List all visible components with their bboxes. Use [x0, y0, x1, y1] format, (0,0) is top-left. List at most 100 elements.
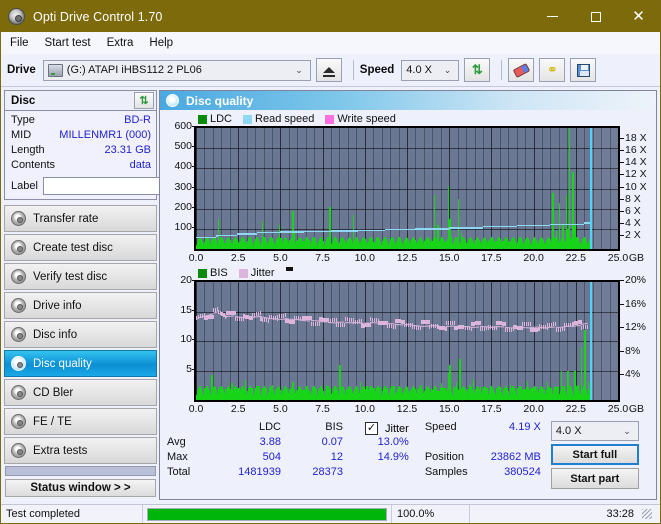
legend-label: LDC	[210, 113, 232, 125]
bis-y-axis-right: 4%8%12%16%20%	[620, 280, 654, 402]
stats-panel: LDC BIS Avg 3.88 0.07 Max 504 12 Total	[160, 417, 656, 491]
sidebar-item-create-test-disc[interactable]: Create test disc	[4, 234, 157, 261]
stats-header-row: LDC BIS	[167, 421, 343, 436]
disc-icon	[11, 240, 26, 255]
stats-table: LDC BIS Avg 3.88 0.07 Max 504 12 Total	[167, 421, 343, 481]
jitter-max-value: 14.9%	[365, 451, 409, 466]
eject-icon	[323, 67, 335, 73]
speed-select[interactable]: 4.0 X ⌄	[401, 60, 459, 81]
disc-refresh-button[interactable]: ⇅	[134, 92, 154, 109]
disc-icon	[11, 385, 26, 400]
start-part-button[interactable]: Start part	[551, 468, 639, 489]
sidebar-item-label: Create test disc	[33, 242, 113, 254]
sidebar-item-verify-test-disc[interactable]: Verify test disc	[4, 263, 157, 290]
save-button[interactable]	[570, 58, 596, 82]
toolbar-divider-2	[501, 60, 502, 80]
stats-col-header-ldc: LDC	[219, 421, 281, 433]
disc-row-value: BD-R	[124, 114, 151, 126]
legend-swatch-icon	[239, 269, 248, 278]
app-window: Opti Drive Control 1.70 ✕ File Start tes…	[0, 0, 661, 524]
toolbar: Drive (G:) ATAPI iHBS112 2 PL06 ⌄ Speed …	[1, 54, 660, 87]
disc-icon	[8, 8, 25, 25]
refresh-button[interactable]: ⇅	[464, 58, 490, 82]
legend-swatch-icon	[243, 115, 252, 124]
sidebar-item-label: CD Bler	[33, 387, 73, 399]
stats-cell-ldc: 3.88	[219, 436, 281, 448]
stats-row-label: Total	[167, 466, 219, 478]
sidebar-item-fe-te[interactable]: FE / TE	[4, 408, 157, 435]
stats-cell-bis: 28373	[281, 466, 343, 478]
close-button[interactable]: ✕	[617, 1, 660, 32]
disc-row-contents: Contents data	[11, 159, 151, 174]
status-window-button[interactable]: Status window > >	[5, 479, 156, 497]
ldc-plot-area	[194, 126, 620, 251]
menu-item-help[interactable]: Help	[149, 35, 182, 51]
jitter-checkbox[interactable]: ✓	[365, 422, 378, 435]
sidebar-item-disc-quality[interactable]: Disc quality	[4, 350, 157, 377]
progress-bar-fill	[148, 509, 386, 520]
stats-cell-ldc: 504	[219, 451, 281, 463]
sidebar-item-transfer-rate[interactable]: Transfer rate	[4, 205, 157, 232]
elapsed-time: 33:28	[470, 505, 660, 524]
eject-button[interactable]	[316, 58, 342, 82]
test-speed-select[interactable]: 4.0 X ⌄	[551, 421, 639, 441]
disc-icon	[11, 211, 26, 226]
title-bar: Opti Drive Control 1.70 ✕	[1, 1, 660, 32]
sidebar-item-label: Transfer rate	[33, 213, 98, 225]
disc-row-mid: MID MILLENMR1 (000)	[11, 129, 151, 144]
menu-item-file[interactable]: File	[10, 35, 38, 51]
erase-button[interactable]	[508, 58, 534, 82]
legend-label: Jitter	[251, 267, 275, 279]
sidebar-strip	[5, 466, 156, 476]
drive-select[interactable]: (G:) ATAPI iHBS112 2 PL06 ⌄	[43, 60, 311, 81]
settings-button[interactable]: ⚭	[539, 58, 565, 82]
stats-cell-bis: 0.07	[281, 436, 343, 448]
disc-icon	[11, 269, 26, 284]
ldc-plot-row: 100200300400500600 2 X4 X6 X8 X10 X12 X1…	[162, 126, 654, 251]
chevron-down-icon: ⌄	[619, 426, 635, 437]
main-panel: Disc quality LDC Read speed	[159, 90, 657, 500]
maximize-button[interactable]	[574, 1, 617, 32]
ldc-chart-legend: LDC Read speed Write speed	[162, 112, 654, 126]
minimize-button[interactable]	[531, 1, 574, 32]
position-key: Position	[425, 451, 477, 463]
disc-row-length: Length 23.31 GB	[11, 144, 151, 159]
bis-y-axis-left: 5101520	[162, 280, 194, 402]
minimize-icon	[547, 16, 558, 17]
main-body: Disc ⇅ Type BD-R MID MILLENMR1 (000)	[1, 87, 660, 500]
stats-row-total: Total 1481939 28373	[167, 466, 343, 481]
sidebar-item-drive-info[interactable]: Drive info	[4, 292, 157, 319]
sidebar-item-label: Disc quality	[33, 358, 92, 370]
speed-column: Speed 4.19 X Position 23862 MB Samples 3…	[425, 421, 541, 481]
sidebar-item-cd-bler[interactable]: CD Bler	[4, 379, 157, 406]
stats-row-label: Max	[167, 451, 219, 463]
legend-label: Read speed	[255, 113, 314, 125]
status-message: Test completed	[1, 505, 143, 524]
sidebar-nav: Transfer rate Create test disc Verify te…	[4, 205, 157, 466]
window-title: Opti Drive Control 1.70	[33, 10, 162, 24]
disc-icon	[11, 356, 26, 371]
bis-plot-area	[194, 280, 620, 402]
eraser-icon	[513, 63, 530, 78]
disc-row-value: 23.31 GB	[105, 144, 151, 156]
sidebar-item-disc-info[interactable]: Disc info	[4, 321, 157, 348]
disc-info-title: Disc	[11, 95, 35, 107]
resize-grip-icon[interactable]	[642, 509, 652, 519]
start-full-button[interactable]: Start full	[551, 444, 639, 465]
disc-icon	[11, 443, 26, 458]
speed-key: Speed	[425, 421, 477, 433]
chevron-down-icon: ⌄	[440, 65, 456, 76]
status-bar: Test completed 100.0% 33:28	[1, 504, 660, 523]
stats-row-max: Max 504 12	[167, 451, 343, 466]
sidebar-item-extra-tests[interactable]: Extra tests	[4, 437, 157, 464]
ldc-chart: LDC Read speed Write speed 1002003004005…	[162, 112, 654, 266]
disc-icon	[166, 94, 179, 107]
legend-label: Write speed	[337, 113, 396, 125]
menu-item-extra[interactable]: Extra	[107, 35, 143, 51]
disc-info-box: Disc ⇅ Type BD-R MID MILLENMR1 (000)	[4, 90, 157, 200]
menu-item-start-test[interactable]: Start test	[45, 35, 100, 51]
sidebar-item-label: FE / TE	[33, 416, 72, 428]
position-value: 23862 MB	[483, 451, 541, 463]
legend-entry-jitter: Jitter	[239, 267, 275, 279]
bis-jitter-chart: BIS Jitter 5101520 4%8%12%16%20% 0.02.5	[162, 266, 654, 417]
